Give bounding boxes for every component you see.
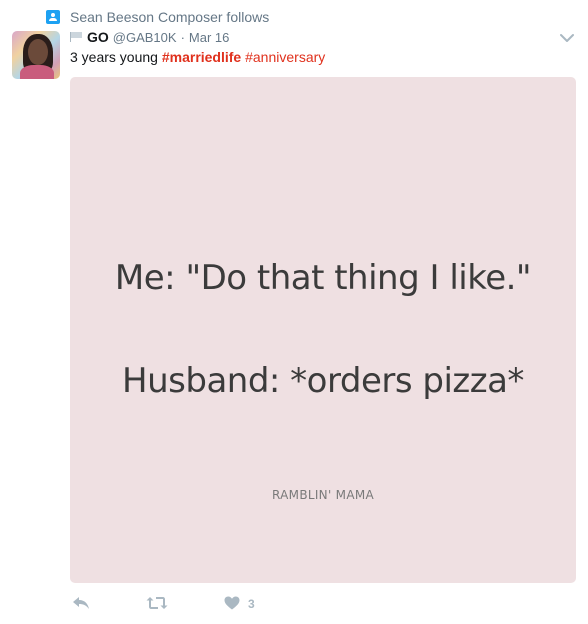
reply-button[interactable] [72,596,90,613]
tweet-date[interactable]: Mar 16 [189,30,229,45]
retweet-icon [146,596,168,613]
tweet-text: 3 years young #marriedlife #anniversary [70,48,325,66]
meme-text-line-1: Me: "Do that thing I like." [114,258,532,298]
flag-icon [70,32,84,42]
reply-icon [72,596,90,613]
social-context: Sean Beeson Composer follows [46,8,269,26]
tweet-text-plain: 3 years young [70,49,158,65]
social-context-text[interactable]: Sean Beeson Composer follows [70,9,269,25]
display-name[interactable]: GO [87,29,109,45]
meme-watermark: RAMBLIN' MAMA [272,488,374,502]
tweet-media-image[interactable]: Me: "Do that thing I like." Husband: *or… [70,77,576,583]
like-button[interactable]: 3 [224,596,255,613]
like-count: 3 [248,597,255,611]
separator: · [180,29,185,45]
heart-icon [224,596,240,613]
retweet-button[interactable] [146,596,168,613]
tweet-header: GO @GAB10K · Mar 16 [70,28,229,46]
meme-text-line-2: Husband: *orders pizza* [122,361,524,401]
user-handle[interactable]: @GAB10K [113,30,177,45]
person-follow-icon [46,10,60,24]
hashtag-anniversary[interactable]: #anniversary [245,49,325,65]
tweet-actions: 3 [72,594,311,614]
chevron-down-icon[interactable] [560,30,574,42]
hashtag-marriedlife[interactable]: #marriedlife [162,49,241,65]
avatar[interactable] [12,31,60,79]
